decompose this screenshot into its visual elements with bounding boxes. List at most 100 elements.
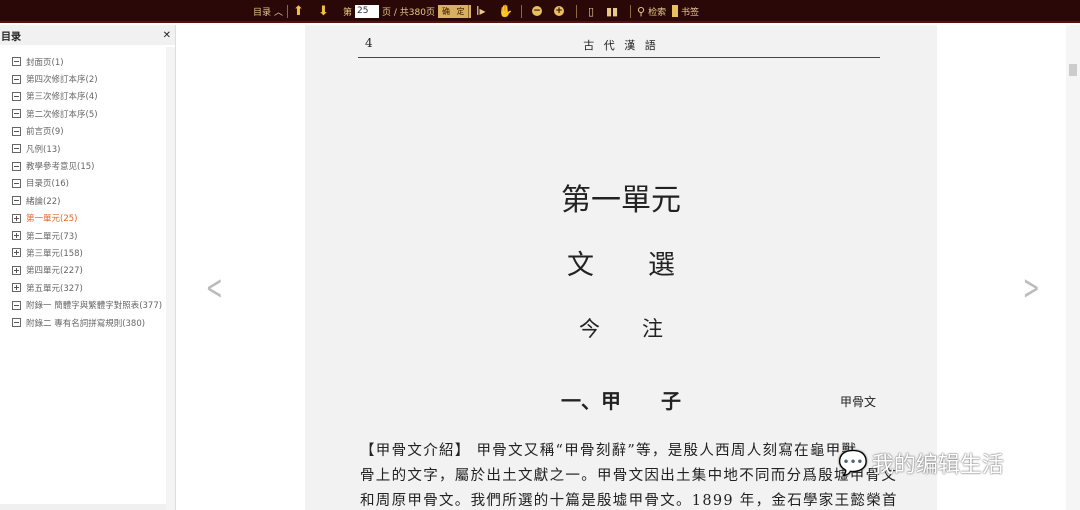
collapse-icon[interactable] <box>12 126 21 136</box>
toc-item[interactable]: 凡例(13) <box>12 140 162 157</box>
toc-item-label: 第一單元(25) <box>26 214 78 225</box>
close-icon[interactable]: ✕ <box>163 30 171 41</box>
toc-item-label: 凡例(13) <box>26 144 61 155</box>
confirm-button[interactable]: 确 定 <box>437 4 471 18</box>
bookmark-label: 书签 <box>681 7 700 18</box>
arrow-down-icon: ⬇ <box>318 3 329 19</box>
sidebar-horizontal-scrollbar[interactable] <box>0 504 166 510</box>
sidebar-title: 目录 <box>1 31 21 43</box>
next-page-arrow[interactable]: > <box>1023 268 1040 308</box>
document-page: 4 古 代 漢 語 第一單元 文 選 今 注 一、甲 子 甲骨文 【甲骨文介紹】… <box>305 25 937 510</box>
search-label: 检索 <box>648 7 667 18</box>
divider <box>630 5 631 18</box>
collapse-icon[interactable] <box>12 91 21 101</box>
zoom-in-button[interactable]: + <box>554 0 564 22</box>
toc-item-label: 封面页(1) <box>26 57 64 68</box>
main-scrollbar[interactable] <box>1066 25 1080 510</box>
unit-title: 第一單元 <box>561 183 681 218</box>
select-tool-button[interactable]: I▸ <box>476 0 486 22</box>
toc-item-label: 第二單元(73) <box>26 231 78 242</box>
toc-item[interactable]: 第二單元(73) <box>12 227 162 244</box>
toc-item[interactable]: 第五單元(327) <box>12 279 162 296</box>
body-line: 【甲骨文介紹】 甲骨文又稱“甲骨刻辭”等，是殷人西周人刻寫在龜甲獸 <box>360 443 858 459</box>
toc-item[interactable]: 第一單元(25) <box>12 210 162 227</box>
chevron-up-icon: ︿ <box>274 7 284 18</box>
chat-bubble-icon: 💬 <box>838 449 868 477</box>
collapse-icon[interactable] <box>12 57 21 67</box>
toc-item-label: 教學參考意见(15) <box>26 162 95 173</box>
expand-icon[interactable] <box>12 231 21 241</box>
toc-sidebar: 目录 ✕ 封面页(1) 第四次修訂本序(2) 第三次修訂本序(4) 第二次修訂本序(5… <box>0 25 176 510</box>
toc-item-label: 第五單元(327) <box>26 283 83 294</box>
toc-item[interactable]: 目录页(16) <box>12 175 162 192</box>
running-head: 古 代 漢 語 <box>583 39 659 52</box>
toc-item-label: 第四次修訂本序(2) <box>26 75 98 86</box>
toc-item[interactable]: 封面页(1) <box>12 53 162 70</box>
toc-item[interactable]: 前言页(9) <box>12 123 162 140</box>
collapse-icon[interactable] <box>12 144 21 154</box>
plus-icon: + <box>554 6 564 16</box>
divider <box>468 5 469 18</box>
bookmark-button[interactable]: 书签 <box>672 0 699 22</box>
arrow-up-icon: ⬆ <box>293 3 304 19</box>
toc-item[interactable]: 緒論(22) <box>12 192 162 209</box>
page-total: 页 / 共380页 <box>382 7 435 18</box>
next-page-button[interactable]: ⬇ <box>318 0 329 22</box>
lesson-source: 甲骨文 <box>840 395 877 409</box>
minus-icon: − <box>532 6 542 16</box>
search-button[interactable]: ⚲ 检索 <box>637 0 666 22</box>
collapse-icon[interactable] <box>12 318 21 328</box>
sidebar-header: 目录 ✕ <box>0 25 175 45</box>
prev-page-arrow[interactable]: < <box>206 268 223 308</box>
collapse-icon[interactable] <box>12 74 21 84</box>
watermark-text: 我的编辑生活 <box>871 453 1004 478</box>
toc-item[interactable]: 第三單元(158) <box>12 244 162 261</box>
text-cursor-icon: I▸ <box>476 4 486 18</box>
expand-icon[interactable] <box>12 283 21 293</box>
toc-item[interactable]: 附錄二 專有名詞拼寫規則(380) <box>12 314 162 331</box>
hand-icon: ✋ <box>498 4 513 18</box>
toc-item-label: 第三單元(158) <box>26 248 83 259</box>
sidebar-scrollbar[interactable] <box>166 47 175 510</box>
zoom-out-button[interactable]: − <box>532 0 542 22</box>
collapse-icon[interactable] <box>12 300 21 310</box>
collapse-icon[interactable] <box>12 196 21 206</box>
double-page-icon: ▮▮ <box>606 4 619 18</box>
expand-icon[interactable] <box>12 213 21 223</box>
section-title-selections: 文 選 <box>567 250 675 281</box>
toc-item-label: 前言页(9) <box>26 127 64 138</box>
expand-icon[interactable] <box>12 248 21 258</box>
previous-page-button[interactable]: ⬆ <box>293 0 304 22</box>
collapse-icon[interactable] <box>12 109 21 119</box>
watermark: 💬 我的编辑生活 <box>838 447 1004 479</box>
double-page-button[interactable]: ▮▮ <box>606 0 618 22</box>
collapse-icon[interactable] <box>12 161 21 171</box>
toc-item[interactable]: 附錄一 簡體字與繁體字對照表(377) <box>12 296 162 313</box>
page-number-input[interactable]: 25 <box>355 4 380 18</box>
divider <box>576 5 577 18</box>
search-icon: ⚲ <box>637 4 646 18</box>
header-rule <box>358 57 880 58</box>
divider <box>287 5 288 18</box>
toc-item-label: 目录页(16) <box>26 179 69 190</box>
page-prefix: 第 <box>343 7 353 18</box>
toc-item-label: 第三次修訂本序(4) <box>26 92 98 103</box>
expand-icon[interactable] <box>12 265 21 275</box>
bookmark-icon <box>672 5 678 17</box>
body-line: 骨上的文字，屬於出土文獻之一。甲骨文因出土集中地不同而分爲殷墟甲骨文 <box>360 468 898 484</box>
toc-item[interactable]: 第四次修訂本序(2) <box>12 70 162 87</box>
toc-item-label: 緒論(22) <box>26 196 61 207</box>
hand-tool-button[interactable]: ✋ <box>498 0 513 22</box>
toc-item[interactable]: 第四單元(227) <box>12 262 162 279</box>
single-page-button[interactable]: ▯ <box>588 0 594 22</box>
toc-item-label: 第四單元(227) <box>26 266 83 277</box>
toc-toggle-button[interactable]: 目录 ︿ <box>253 0 283 22</box>
divider <box>521 5 522 18</box>
toc-item[interactable]: 教學參考意见(15) <box>12 157 162 174</box>
toc-label: 目录 <box>253 7 272 18</box>
toc-item[interactable]: 第二次修訂本序(5) <box>12 105 162 122</box>
collapse-icon[interactable] <box>12 178 21 188</box>
main-scrollbar-thumb[interactable] <box>1069 64 1077 76</box>
toc-item[interactable]: 第三次修訂本序(4) <box>12 88 162 105</box>
toc-item-label: 附錄一 簡體字與繁體字對照表(377) <box>26 301 163 312</box>
